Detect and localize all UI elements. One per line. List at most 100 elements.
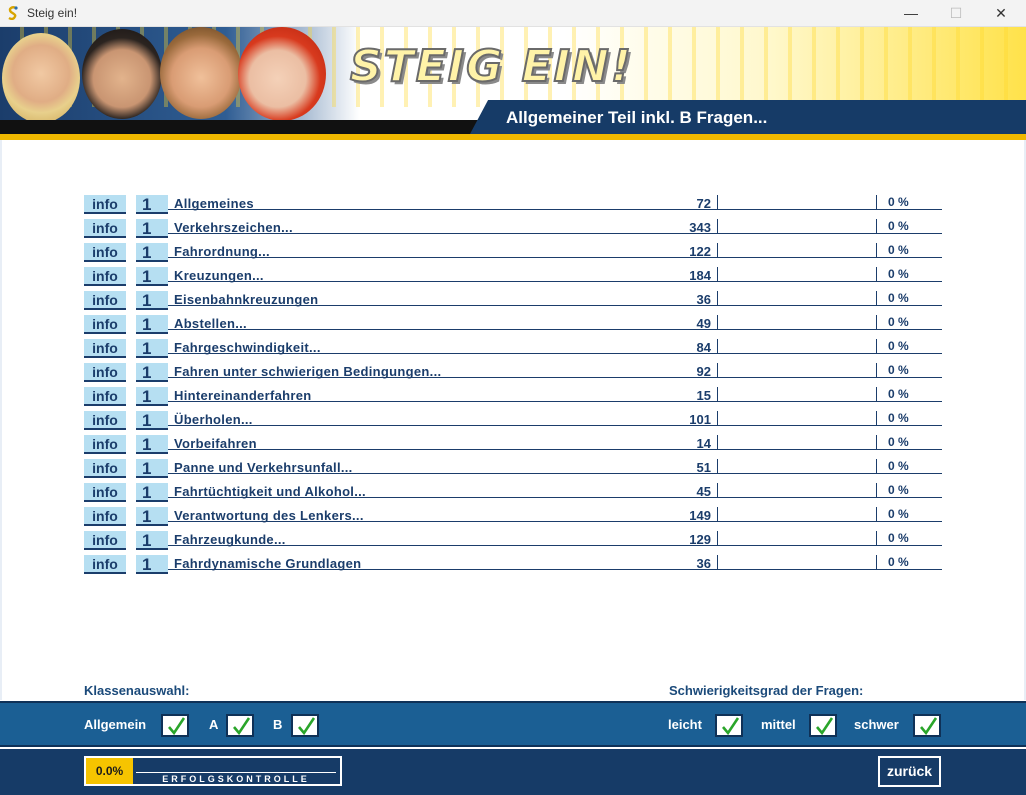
row-separator bbox=[876, 435, 877, 449]
window-title: Steig ein! bbox=[27, 6, 78, 20]
info-button[interactable]: info bbox=[84, 555, 126, 574]
success-check-panel[interactable]: 0.0% ERFOLGSKONTROLLE bbox=[84, 756, 342, 786]
info-button[interactable]: info bbox=[84, 195, 126, 214]
question-count: 14 bbox=[696, 436, 711, 451]
topic-label[interactable]: Überholen... bbox=[174, 412, 253, 427]
topic-label[interactable]: Vorbeifahren bbox=[174, 436, 257, 451]
level-button[interactable]: 1 bbox=[136, 267, 168, 286]
row-separator bbox=[876, 363, 877, 377]
progress-percent: 0 % bbox=[888, 555, 909, 569]
level-button[interactable]: 1 bbox=[136, 435, 168, 454]
info-button[interactable]: info bbox=[84, 387, 126, 406]
topic-row: info 1 Überholen... 101 0 % bbox=[84, 411, 942, 431]
checkmark-icon bbox=[298, 717, 316, 736]
info-button[interactable]: info bbox=[84, 531, 126, 550]
success-check-label: ERFOLGSKONTROLLE bbox=[136, 772, 336, 784]
info-button[interactable]: info bbox=[84, 507, 126, 526]
minimize-button[interactable]: — bbox=[888, 0, 934, 27]
topic-label[interactable]: Allgemeines bbox=[174, 196, 254, 211]
row-separator bbox=[717, 363, 718, 377]
topic-label[interactable]: Abstellen... bbox=[174, 316, 247, 331]
difficulty-leicht-label: leicht bbox=[668, 717, 702, 732]
level-button[interactable]: 1 bbox=[136, 339, 168, 358]
checkmark-icon bbox=[233, 717, 251, 736]
info-button[interactable]: info bbox=[84, 243, 126, 262]
question-count: 343 bbox=[689, 220, 711, 235]
level-button[interactable]: 1 bbox=[136, 195, 168, 214]
topic-label[interactable]: Fahren unter schwierigen Bedingungen... bbox=[174, 364, 441, 379]
banner-people-image bbox=[0, 27, 330, 123]
level-button[interactable]: 1 bbox=[136, 411, 168, 430]
level-button[interactable]: 1 bbox=[136, 555, 168, 574]
topic-label[interactable]: Fahrtüchtigkeit und Alkohol... bbox=[174, 484, 366, 499]
info-button[interactable]: info bbox=[84, 267, 126, 286]
level-button[interactable]: 1 bbox=[136, 483, 168, 502]
info-button[interactable]: info bbox=[84, 459, 126, 478]
topic-label[interactable]: Hintereinanderfahren bbox=[174, 388, 311, 403]
level-button[interactable]: 1 bbox=[136, 363, 168, 382]
info-button[interactable]: info bbox=[84, 435, 126, 454]
difficulty-mittel-label: mittel bbox=[761, 717, 796, 732]
level-button[interactable]: 1 bbox=[136, 315, 168, 334]
difficulty-schwer-checkbox[interactable] bbox=[913, 714, 941, 737]
question-count: 36 bbox=[696, 556, 711, 571]
row-separator bbox=[717, 387, 718, 401]
topic-row: info 1 Fahrzeugkunde... 129 0 % bbox=[84, 531, 942, 551]
close-button[interactable]: ✕ bbox=[978, 0, 1024, 27]
class-b-checkbox[interactable] bbox=[291, 714, 319, 737]
class-a-checkbox[interactable] bbox=[226, 714, 254, 737]
maximize-button[interactable]: ☐ bbox=[933, 0, 979, 27]
difficulty-heading: Schwierigkeitsgrad der Fragen: bbox=[669, 683, 864, 698]
level-button[interactable]: 1 bbox=[136, 387, 168, 406]
checkmark-icon bbox=[168, 717, 186, 736]
page-title: Allgemeiner Teil inkl. B Fragen... bbox=[506, 108, 768, 127]
progress-percent: 0 % bbox=[888, 267, 909, 281]
row-separator bbox=[876, 531, 877, 545]
info-button[interactable]: info bbox=[84, 411, 126, 430]
level-button[interactable]: 1 bbox=[136, 219, 168, 238]
topic-row: info 1 Verkehrszeichen... 343 0 % bbox=[84, 219, 942, 239]
progress-percent: 0 % bbox=[888, 195, 909, 209]
info-button[interactable]: info bbox=[84, 219, 126, 238]
level-button[interactable]: 1 bbox=[136, 243, 168, 262]
topic-label[interactable]: Fahrgeschwindigkeit... bbox=[174, 340, 321, 355]
difficulty-leicht-checkbox[interactable] bbox=[715, 714, 743, 737]
topic-label[interactable]: Fahrordnung... bbox=[174, 244, 270, 259]
level-button[interactable]: 1 bbox=[136, 459, 168, 478]
row-separator bbox=[717, 459, 718, 473]
row-separator bbox=[876, 243, 877, 257]
info-button[interactable]: info bbox=[84, 483, 126, 502]
info-button[interactable]: info bbox=[84, 291, 126, 310]
class-allgemein-checkbox[interactable] bbox=[161, 714, 189, 737]
row-separator bbox=[876, 339, 877, 353]
level-button[interactable]: 1 bbox=[136, 531, 168, 550]
topic-row: info 1 Verantwortung des Lenkers... 149 0 % bbox=[84, 507, 942, 527]
topic-label[interactable]: Eisenbahnkreuzungen bbox=[174, 292, 318, 307]
row-underline bbox=[168, 257, 942, 258]
options-bar: Allgemein A B leicht mittel schwer bbox=[0, 701, 1026, 747]
back-button[interactable]: zurück bbox=[878, 756, 941, 787]
topic-label[interactable]: Fahrzeugkunde... bbox=[174, 532, 286, 547]
class-selection-heading: Klassenauswahl: bbox=[84, 683, 190, 698]
topic-label[interactable]: Verantwortung des Lenkers... bbox=[174, 508, 364, 523]
topic-row: info 1 Fahrtüchtigkeit und Alkohol... 45 0 % bbox=[84, 483, 942, 503]
difficulty-mittel-checkbox[interactable] bbox=[809, 714, 837, 737]
row-underline bbox=[168, 209, 942, 210]
info-button[interactable]: info bbox=[84, 363, 126, 382]
row-separator bbox=[717, 483, 718, 497]
topic-label[interactable]: Verkehrszeichen... bbox=[174, 220, 293, 235]
info-button[interactable]: info bbox=[84, 315, 126, 334]
question-count: 92 bbox=[696, 364, 711, 379]
row-separator bbox=[717, 435, 718, 449]
info-button[interactable]: info bbox=[84, 339, 126, 358]
level-button[interactable]: 1 bbox=[136, 507, 168, 526]
level-button[interactable]: 1 bbox=[136, 291, 168, 310]
topic-row: info 1 Eisenbahnkreuzungen 36 0 % bbox=[84, 291, 942, 311]
progress-percent: 0 % bbox=[888, 315, 909, 329]
row-separator bbox=[717, 243, 718, 257]
topic-label[interactable]: Panne und Verkehrsunfall... bbox=[174, 460, 353, 475]
topic-label[interactable]: Fahrdynamische Grundlagen bbox=[174, 556, 361, 571]
class-allgemein-label: Allgemein bbox=[84, 717, 147, 732]
topic-label[interactable]: Kreuzungen... bbox=[174, 268, 264, 283]
person-3-image bbox=[160, 27, 242, 119]
